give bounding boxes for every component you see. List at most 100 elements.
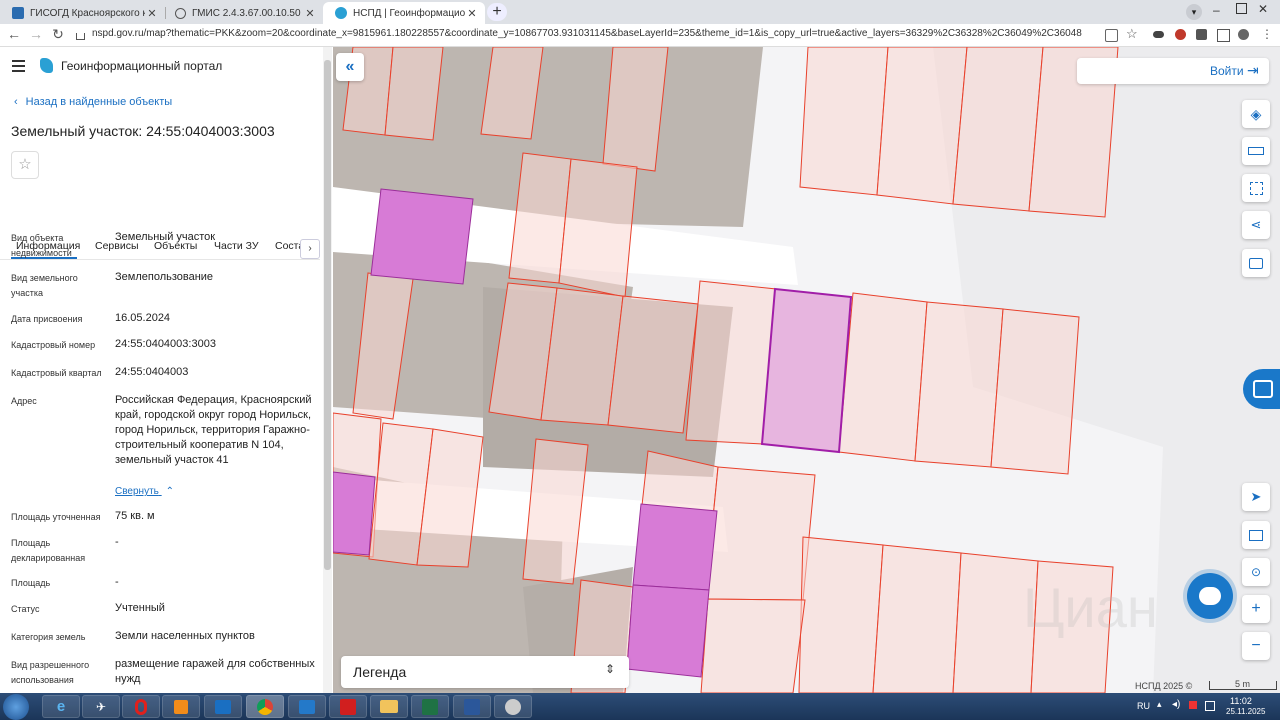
collapse-panel-button[interactable]: «: [336, 53, 364, 81]
parcel[interactable]: [607, 295, 699, 434]
highlighted-parcel[interactable]: [370, 188, 474, 285]
extensions-puzzle-icon[interactable]: [1196, 29, 1207, 40]
back-link-label: Назад в найденные объекты: [25, 96, 173, 108]
legend-panel[interactable]: Легенда ⇕: [341, 656, 629, 688]
chat-button[interactable]: [1187, 573, 1233, 619]
minimize-icon[interactable]: –: [1213, 3, 1220, 17]
volume-icon[interactable]: ◂): [1172, 699, 1180, 710]
zoom-out-button[interactable]: −: [1242, 632, 1270, 660]
browser-tab-gisogd[interactable]: ГИСОГД Красноярского края ✕: [0, 2, 165, 24]
opera-app[interactable]: [122, 695, 160, 718]
field-label: Категория земель: [11, 632, 86, 642]
ie-app[interactable]: e: [42, 695, 80, 718]
bookmark-star-icon[interactable]: ☆: [1126, 26, 1138, 42]
clock-date[interactable]: 25.11.2025: [1226, 707, 1265, 716]
locate-button[interactable]: ➤: [1242, 483, 1270, 511]
tray-expand-icon[interactable]: ▴: [1157, 699, 1162, 710]
extension-vpn-icon[interactable]: [1153, 31, 1164, 38]
close-tab-icon[interactable]: ✕: [145, 7, 159, 20]
url-field[interactable]: nspd.gov.ru/map?thematic=PKK&zoom=20&coo…: [92, 28, 1082, 39]
support-tab[interactable]: [1243, 369, 1280, 409]
back-arrow-icon[interactable]: ←: [5, 26, 23, 42]
geolocation-button[interactable]: ⊙: [1242, 558, 1270, 586]
browser-toolbar: ← → ↻ nspd.gov.ru/map?thematic=PKK&zoom=…: [0, 24, 1280, 47]
panel-scrollbar-thumb[interactable]: [324, 60, 331, 570]
login-button[interactable]: Войти ⇥: [1077, 58, 1269, 84]
parcel[interactable]: [838, 292, 928, 462]
parcel[interactable]: [952, 47, 1044, 212]
layers-button[interactable]: ◈: [1242, 100, 1270, 128]
excel-icon: [422, 698, 438, 715]
app-button-2[interactable]: [494, 695, 532, 718]
favorite-star-button[interactable]: ☆: [11, 151, 39, 179]
parcel[interactable]: [685, 280, 777, 445]
restore-icon[interactable]: [1236, 3, 1247, 14]
browser-tab-gmis[interactable]: ГМИС 2.4.3.67.00.10.50 ✕: [163, 2, 323, 24]
close-window-icon[interactable]: ✕: [1258, 2, 1268, 16]
close-tab-icon[interactable]: ✕: [303, 7, 317, 20]
tab-search-icon[interactable]: ▾: [1186, 4, 1202, 20]
action-center-icon[interactable]: [1205, 701, 1215, 711]
parcel[interactable]: [384, 47, 444, 141]
excel-app[interactable]: [411, 695, 449, 718]
field-label: Вид объекта недвижимости: [11, 233, 72, 258]
new-tab-button[interactable]: +: [487, 3, 507, 21]
network-icon[interactable]: [1189, 701, 1197, 709]
language-indicator[interactable]: RU: [1137, 701, 1150, 711]
clock-time[interactable]: 11:02: [1230, 696, 1252, 706]
acrobat-icon: [340, 698, 356, 715]
gisogd-favicon-icon: [12, 7, 24, 19]
zoom-in-button[interactable]: +: [1242, 595, 1270, 623]
browser-menu-icon[interactable]: ⋮: [1261, 27, 1273, 41]
profile-avatar-icon[interactable]: [1238, 29, 1249, 40]
word-app[interactable]: [453, 695, 491, 718]
start-button[interactable]: [3, 694, 29, 720]
ruler-button[interactable]: [1242, 137, 1270, 165]
explorer-app[interactable]: [370, 695, 408, 718]
browser-tab-bar: ГИСОГД Красноярского края ✕ ГМИС 2.4.3.6…: [0, 0, 1280, 24]
close-tab-icon[interactable]: ✕: [465, 7, 479, 20]
layers-icon: ◈: [1250, 105, 1262, 122]
print-button[interactable]: [1242, 249, 1270, 277]
parcel[interactable]: [704, 466, 816, 601]
reload-icon[interactable]: ↻: [49, 26, 67, 43]
parcel[interactable]: [990, 308, 1080, 475]
parcel[interactable]: [700, 598, 806, 693]
media-app[interactable]: [162, 695, 200, 718]
share-button[interactable]: ⋖: [1242, 211, 1270, 239]
back-to-results-link[interactable]: ‹ Назад в найденные объекты: [14, 96, 172, 108]
forward-arrow-icon[interactable]: →: [27, 26, 45, 42]
side-panel-icon[interactable]: [1217, 29, 1230, 42]
collapse-address-link[interactable]: Свернуть ⌃: [115, 486, 174, 497]
highlighted-parcel[interactable]: [333, 471, 376, 556]
app-button[interactable]: ✈: [82, 695, 120, 718]
parcel[interactable]: [799, 47, 889, 196]
field-label: Статус: [11, 604, 40, 614]
lync-app[interactable]: [288, 695, 326, 718]
chrome-app[interactable]: [246, 695, 284, 718]
map-view[interactable]: Циан « Войти ⇥ ◈ ⋖ ➤ ⊙ + − Легенда ⇕ НСП…: [333, 47, 1280, 693]
parcel[interactable]: [914, 301, 1004, 468]
selected-parcel[interactable]: [760, 287, 853, 454]
select-area-button[interactable]: [1242, 174, 1270, 202]
parcel[interactable]: [558, 158, 638, 298]
highlighted-parcel[interactable]: [626, 584, 710, 678]
acrobat-app[interactable]: [329, 695, 367, 718]
minimap-button[interactable]: [1242, 521, 1270, 549]
lock-icon[interactable]: [76, 33, 85, 40]
parcel[interactable]: [872, 544, 962, 693]
parcel[interactable]: [876, 47, 968, 205]
map-canvas[interactable]: Циан: [333, 47, 1280, 693]
hamburger-menu-icon[interactable]: [12, 60, 25, 72]
field-label: Вид земельного участка: [11, 273, 78, 298]
login-label: Войти: [1210, 64, 1244, 78]
field-label: Кадастровый номер: [11, 340, 96, 350]
parcel[interactable]: [798, 536, 884, 693]
highlighted-parcel[interactable]: [632, 503, 718, 591]
browser-tab-nspd[interactable]: НСПД | Геоинформационный п ✕: [323, 2, 485, 24]
field-value: Земли населенных пунктов: [115, 630, 255, 642]
field-value: размещение гаражей для собственных нужд: [115, 658, 315, 685]
share-page-icon[interactable]: [1105, 29, 1118, 42]
extension-icon[interactable]: [1175, 29, 1186, 40]
outlook-app[interactable]: [204, 695, 242, 718]
